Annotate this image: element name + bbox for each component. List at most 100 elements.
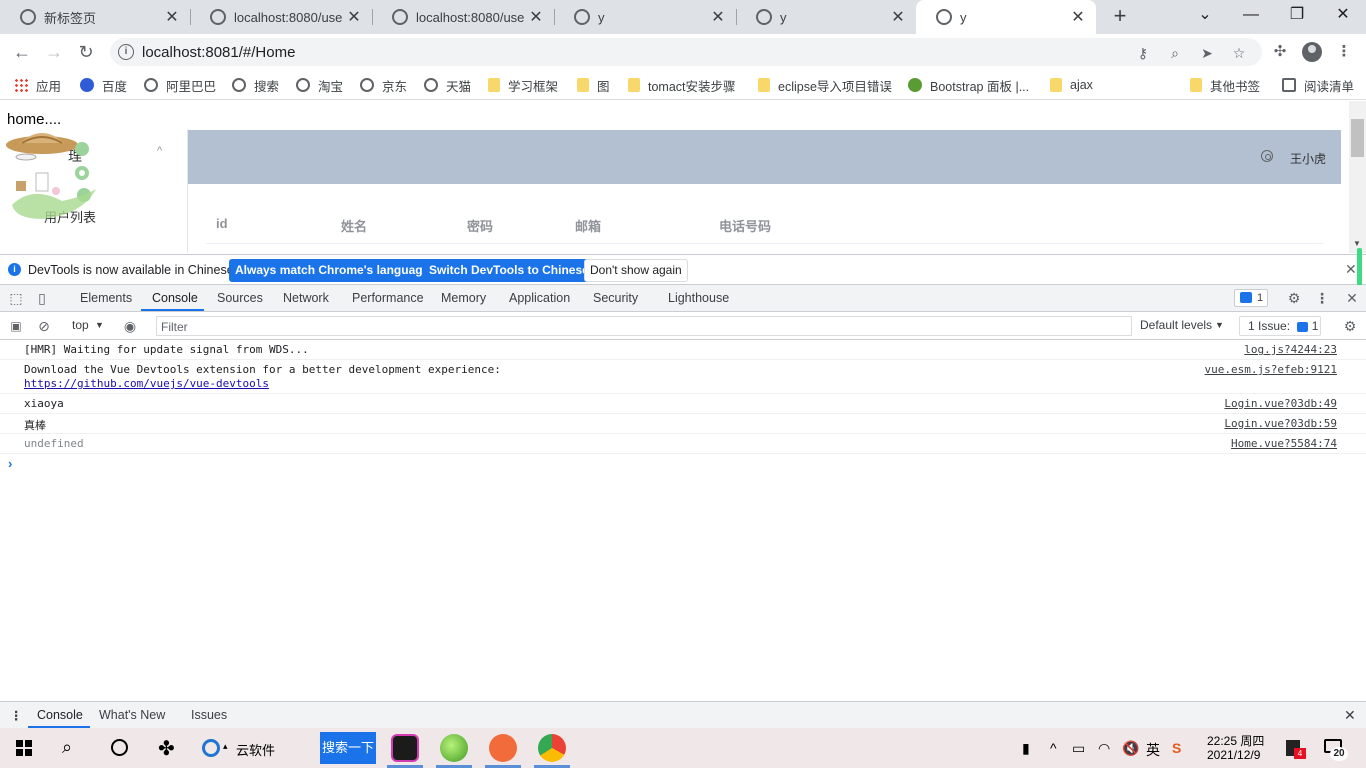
profile-avatar-icon[interactable] <box>1302 42 1322 62</box>
log-levels-dropdown[interactable]: Default levels <box>1140 318 1212 332</box>
new-tab-button[interactable]: + <box>1108 4 1132 30</box>
clock-date[interactable]: 2021/12/9 <box>1207 748 1260 762</box>
tab-elements[interactable]: Elements <box>80 291 132 305</box>
bookmark-bootstrap[interactable]: Bootstrap 面板 |... <box>908 76 1029 94</box>
message-source-link[interactable]: Login.vue?03db:49 <box>1224 397 1337 410</box>
tab-localhost-user-2[interactable]: localhost:8080/user/ ✕ <box>372 0 554 34</box>
bookmark-star-icon[interactable]: ☆ <box>1230 44 1248 62</box>
bookmark-tmall[interactable]: 天猫 <box>424 76 471 94</box>
tab-memory[interactable]: Memory <box>441 291 486 305</box>
console-filter-input[interactable]: Filter <box>156 316 1132 336</box>
tab-performance[interactable]: Performance <box>352 291 424 305</box>
message-source-link[interactable]: vue.esm.js?efeb:9121 <box>1205 363 1337 376</box>
bookmark-folder-pic[interactable]: 图 <box>577 76 610 94</box>
taskbar-ie-label[interactable]: 云软件 <box>236 740 275 759</box>
dropdown-arrow-icon[interactable]: ▼ <box>95 320 104 330</box>
address-bar[interactable]: i localhost:8081/#/Home ⚷ ⌕ ➤ ☆ <box>110 38 1262 66</box>
always-match-language-button[interactable]: Always match Chrome's language <box>229 259 436 282</box>
intellij-idea-icon[interactable] <box>391 734 419 762</box>
tab-close-icon[interactable]: ✕ <box>1066 7 1090 27</box>
menu-kebab-icon[interactable]: ⋮ <box>1334 42 1354 62</box>
tab-close-icon[interactable]: ✕ <box>886 7 910 27</box>
dropdown-arrow-icon[interactable]: ▼ <box>1215 320 1224 330</box>
ie-browser-icon[interactable] <box>202 739 220 757</box>
bookmark-folder-tomcat[interactable]: tomact安装步骤 <box>628 76 736 94</box>
tab-lighthouse[interactable]: Lighthouse <box>668 291 729 305</box>
bookmark-folder-ajax[interactable]: ajax <box>1050 76 1093 94</box>
clear-console-icon[interactable]: ⊘ <box>36 318 52 334</box>
site-info-icon[interactable]: i <box>118 44 134 60</box>
inspect-element-icon[interactable]: ⬚ <box>8 290 24 306</box>
tab-close-icon[interactable]: ✕ <box>706 7 730 27</box>
show-sidebar-icon[interactable]: ▣ <box>8 318 24 334</box>
settings-gear-icon[interactable] <box>1261 150 1273 162</box>
chevron-up-icon[interactable]: ^ <box>157 145 162 157</box>
dont-show-again-button[interactable]: Don't show again <box>584 259 688 282</box>
tab-security[interactable]: Security <box>593 291 638 305</box>
dropdown-arrow-icon[interactable]: ▴ <box>223 741 228 752</box>
tab-network[interactable]: Network <box>283 291 329 305</box>
tab-close-icon[interactable]: ✕ <box>524 7 548 27</box>
drawer-tab-console[interactable]: Console <box>37 708 83 722</box>
bookmark-folder-eclipse[interactable]: eclipse导入项目错误 <box>758 76 892 94</box>
console-prompt[interactable]: › <box>8 456 12 471</box>
issues-badge[interactable]: 1 <box>1234 289 1268 307</box>
reload-button[interactable]: ↻ <box>72 38 100 66</box>
tab-y-1[interactable]: y ✕ <box>554 0 736 34</box>
device-toolbar-icon[interactable]: ▯ <box>34 290 50 306</box>
bookmark-baidu[interactable]: 百度 <box>80 76 127 94</box>
clock-time[interactable]: 22:25 周四 <box>1207 732 1264 749</box>
back-button[interactable]: ← <box>8 38 36 66</box>
scrollbar-thumb[interactable] <box>1351 119 1364 157</box>
drawer-tab-whats-new[interactable]: What's New <box>99 708 165 722</box>
show-hidden-icons-chevron-icon[interactable]: ^ <box>1050 740 1057 756</box>
issues-button[interactable]: 1 Issue: 1 <box>1239 316 1321 336</box>
tab-close-icon[interactable]: ✕ <box>160 7 184 27</box>
windows-start-icon[interactable] <box>16 740 32 756</box>
close-drawer-icon[interactable]: ✕ <box>1344 707 1356 724</box>
bookmark-taobao[interactable]: 淘宝 <box>296 76 343 94</box>
console-settings-gear-icon[interactable]: ⚙ <box>1342 318 1358 334</box>
drawer-tab-issues[interactable]: Issues <box>191 708 227 722</box>
restore-button[interactable]: ❐ <box>1274 0 1320 34</box>
bookmark-apps[interactable]: 应用 <box>14 76 61 94</box>
input-language-indicator[interactable]: 英 <box>1146 740 1160 760</box>
message-source-link[interactable]: Home.vue?5584:74 <box>1231 437 1337 450</box>
tab-search-chevron-icon[interactable]: ⌄ <box>1182 0 1228 34</box>
compass-app-icon[interactable] <box>489 734 517 762</box>
address-url[interactable]: localhost:8081/#/Home <box>142 44 295 61</box>
bookmark-other[interactable]: 其他书签 <box>1190 76 1260 94</box>
page-scrollbar[interactable]: ▼ <box>1349 101 1366 253</box>
extensions-icon[interactable]: ✣ <box>1270 42 1290 62</box>
close-devtools-icon[interactable]: ✕ <box>1344 290 1360 306</box>
bookmark-reading-list[interactable]: 阅读清单 <box>1282 76 1354 94</box>
more-options-icon[interactable]: ⋮ <box>1314 290 1330 306</box>
chrome-icon[interactable] <box>538 734 566 762</box>
sogou-ime-icon[interactable]: S <box>1172 740 1181 756</box>
username-label[interactable]: 王小虎 <box>1290 150 1326 167</box>
bookmark-jd[interactable]: 京东 <box>360 76 407 94</box>
task-view-icon[interactable] <box>111 739 128 756</box>
scroll-down-arrow-icon[interactable]: ▼ <box>1353 239 1361 248</box>
bookmark-alibaba[interactable]: 阿里巴巴 <box>144 76 216 94</box>
green-app-icon[interactable] <box>440 734 468 762</box>
send-icon[interactable]: ➤ <box>1198 44 1216 62</box>
wifi-icon[interactable]: ◠ <box>1098 740 1110 757</box>
taskbar-search-button[interactable]: 搜索一下 <box>320 732 376 764</box>
tab-console[interactable]: Console <box>152 291 198 305</box>
volume-muted-icon[interactable]: 🔇 <box>1122 740 1139 757</box>
tab-new-tab[interactable]: 新标签页 ✕ <box>0 0 190 34</box>
keyboard-icon[interactable]: ▭ <box>1072 740 1085 757</box>
switch-devtools-chinese-button[interactable]: Switch DevTools to Chinese <box>423 259 595 282</box>
bookmark-folder-learning[interactable]: 学习框架 <box>488 76 558 94</box>
message-url-link[interactable]: https://github.com/vuejs/vue-devtools <box>24 377 269 390</box>
forward-button[interactable]: → <box>40 38 68 66</box>
tab-y-active[interactable]: y ✕ <box>916 0 1096 34</box>
tab-application[interactable]: Application <box>509 291 570 305</box>
settings-gear-icon[interactable]: ⚙ <box>1286 290 1302 306</box>
live-expression-eye-icon[interactable]: ◉ <box>122 318 138 334</box>
search-icon[interactable]: ⌕ <box>62 737 72 758</box>
message-source-link[interactable]: Login.vue?03db:59 <box>1224 417 1337 430</box>
close-window-button[interactable]: ✕ <box>1320 0 1366 34</box>
pinwheel-app-icon[interactable]: ✤ <box>158 736 175 761</box>
